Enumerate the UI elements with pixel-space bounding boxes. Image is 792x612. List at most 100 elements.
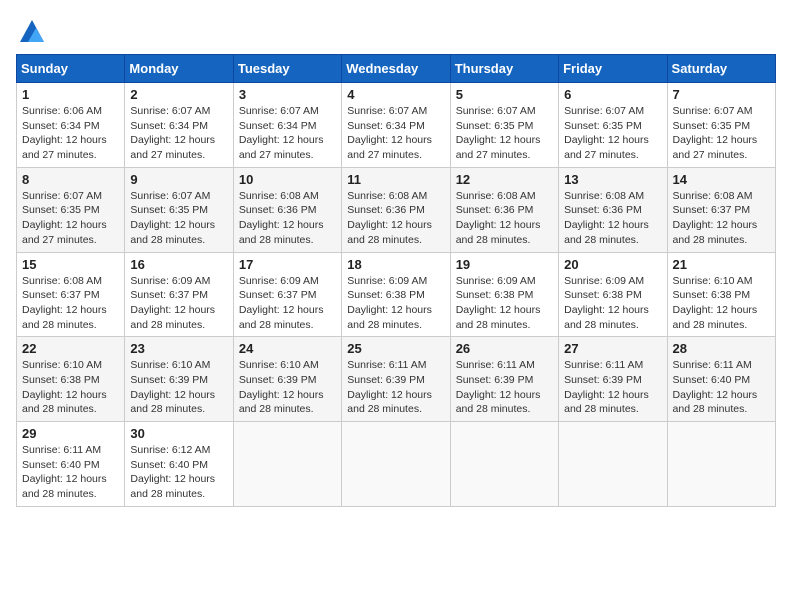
calendar-day-cell: 12 Sunrise: 6:08 AMSunset: 6:36 PMDaylig… <box>450 167 558 252</box>
day-info: Sunrise: 6:11 AMSunset: 6:40 PMDaylight:… <box>673 359 758 415</box>
day-number: 15 <box>22 257 119 272</box>
day-info: Sunrise: 6:12 AMSunset: 6:40 PMDaylight:… <box>130 444 215 500</box>
day-info: Sunrise: 6:10 AMSunset: 6:38 PMDaylight:… <box>22 359 107 415</box>
day-number: 19 <box>456 257 553 272</box>
calendar-day-cell: 25 Sunrise: 6:11 AMSunset: 6:39 PMDaylig… <box>342 337 450 422</box>
day-number: 21 <box>673 257 770 272</box>
day-info: Sunrise: 6:08 AMSunset: 6:36 PMDaylight:… <box>456 190 541 246</box>
day-number: 22 <box>22 341 119 356</box>
calendar-day-cell: 20 Sunrise: 6:09 AMSunset: 6:38 PMDaylig… <box>559 252 667 337</box>
day-info: Sunrise: 6:08 AMSunset: 6:36 PMDaylight:… <box>347 190 432 246</box>
calendar-weekday-header: Tuesday <box>233 55 341 83</box>
calendar-day-cell: 26 Sunrise: 6:11 AMSunset: 6:39 PMDaylig… <box>450 337 558 422</box>
calendar-day-cell <box>559 422 667 507</box>
day-number: 10 <box>239 172 336 187</box>
calendar-table: SundayMondayTuesdayWednesdayThursdayFrid… <box>16 54 776 507</box>
day-info: Sunrise: 6:09 AMSunset: 6:38 PMDaylight:… <box>564 275 649 331</box>
day-number: 27 <box>564 341 661 356</box>
calendar-weekday-header: Thursday <box>450 55 558 83</box>
day-number: 14 <box>673 172 770 187</box>
day-number: 8 <box>22 172 119 187</box>
calendar-day-cell: 10 Sunrise: 6:08 AMSunset: 6:36 PMDaylig… <box>233 167 341 252</box>
calendar-weekday-header: Monday <box>125 55 233 83</box>
day-info: Sunrise: 6:07 AMSunset: 6:35 PMDaylight:… <box>22 190 107 246</box>
calendar-day-cell: 16 Sunrise: 6:09 AMSunset: 6:37 PMDaylig… <box>125 252 233 337</box>
day-info: Sunrise: 6:07 AMSunset: 6:35 PMDaylight:… <box>673 105 758 161</box>
day-info: Sunrise: 6:11 AMSunset: 6:39 PMDaylight:… <box>564 359 649 415</box>
day-number: 12 <box>456 172 553 187</box>
day-info: Sunrise: 6:09 AMSunset: 6:38 PMDaylight:… <box>456 275 541 331</box>
logo-icon <box>18 16 46 44</box>
day-number: 28 <box>673 341 770 356</box>
day-number: 20 <box>564 257 661 272</box>
calendar-day-cell: 21 Sunrise: 6:10 AMSunset: 6:38 PMDaylig… <box>667 252 775 337</box>
calendar-week-row: 29 Sunrise: 6:11 AMSunset: 6:40 PMDaylig… <box>17 422 776 507</box>
day-number: 4 <box>347 87 444 102</box>
day-number: 5 <box>456 87 553 102</box>
calendar-day-cell: 4 Sunrise: 6:07 AMSunset: 6:34 PMDayligh… <box>342 83 450 168</box>
day-info: Sunrise: 6:09 AMSunset: 6:37 PMDaylight:… <box>130 275 215 331</box>
day-info: Sunrise: 6:08 AMSunset: 6:36 PMDaylight:… <box>239 190 324 246</box>
calendar-day-cell: 15 Sunrise: 6:08 AMSunset: 6:37 PMDaylig… <box>17 252 125 337</box>
day-info: Sunrise: 6:10 AMSunset: 6:39 PMDaylight:… <box>130 359 215 415</box>
calendar-day-cell: 13 Sunrise: 6:08 AMSunset: 6:36 PMDaylig… <box>559 167 667 252</box>
day-number: 3 <box>239 87 336 102</box>
page-header <box>16 16 776 44</box>
day-info: Sunrise: 6:07 AMSunset: 6:34 PMDaylight:… <box>239 105 324 161</box>
calendar-week-row: 15 Sunrise: 6:08 AMSunset: 6:37 PMDaylig… <box>17 252 776 337</box>
day-info: Sunrise: 6:07 AMSunset: 6:34 PMDaylight:… <box>130 105 215 161</box>
day-number: 6 <box>564 87 661 102</box>
calendar-header-row: SundayMondayTuesdayWednesdayThursdayFrid… <box>17 55 776 83</box>
day-info: Sunrise: 6:08 AMSunset: 6:36 PMDaylight:… <box>564 190 649 246</box>
calendar-body: 1 Sunrise: 6:06 AMSunset: 6:34 PMDayligh… <box>17 83 776 507</box>
calendar-day-cell: 8 Sunrise: 6:07 AMSunset: 6:35 PMDayligh… <box>17 167 125 252</box>
calendar-day-cell: 17 Sunrise: 6:09 AMSunset: 6:37 PMDaylig… <box>233 252 341 337</box>
day-info: Sunrise: 6:08 AMSunset: 6:37 PMDaylight:… <box>22 275 107 331</box>
calendar-day-cell: 24 Sunrise: 6:10 AMSunset: 6:39 PMDaylig… <box>233 337 341 422</box>
day-number: 17 <box>239 257 336 272</box>
day-info: Sunrise: 6:07 AMSunset: 6:34 PMDaylight:… <box>347 105 432 161</box>
day-info: Sunrise: 6:10 AMSunset: 6:38 PMDaylight:… <box>673 275 758 331</box>
calendar-day-cell <box>667 422 775 507</box>
calendar-day-cell: 2 Sunrise: 6:07 AMSunset: 6:34 PMDayligh… <box>125 83 233 168</box>
day-number: 11 <box>347 172 444 187</box>
day-info: Sunrise: 6:09 AMSunset: 6:37 PMDaylight:… <box>239 275 324 331</box>
day-info: Sunrise: 6:07 AMSunset: 6:35 PMDaylight:… <box>564 105 649 161</box>
calendar-day-cell: 27 Sunrise: 6:11 AMSunset: 6:39 PMDaylig… <box>559 337 667 422</box>
calendar-day-cell: 7 Sunrise: 6:07 AMSunset: 6:35 PMDayligh… <box>667 83 775 168</box>
calendar-day-cell <box>233 422 341 507</box>
calendar-day-cell: 28 Sunrise: 6:11 AMSunset: 6:40 PMDaylig… <box>667 337 775 422</box>
calendar-week-row: 22 Sunrise: 6:10 AMSunset: 6:38 PMDaylig… <box>17 337 776 422</box>
day-number: 29 <box>22 426 119 441</box>
calendar-weekday-header: Wednesday <box>342 55 450 83</box>
calendar-day-cell: 23 Sunrise: 6:10 AMSunset: 6:39 PMDaylig… <box>125 337 233 422</box>
day-info: Sunrise: 6:07 AMSunset: 6:35 PMDaylight:… <box>130 190 215 246</box>
day-number: 2 <box>130 87 227 102</box>
day-number: 25 <box>347 341 444 356</box>
calendar-day-cell: 3 Sunrise: 6:07 AMSunset: 6:34 PMDayligh… <box>233 83 341 168</box>
calendar-day-cell: 1 Sunrise: 6:06 AMSunset: 6:34 PMDayligh… <box>17 83 125 168</box>
day-info: Sunrise: 6:06 AMSunset: 6:34 PMDaylight:… <box>22 105 107 161</box>
calendar-day-cell: 22 Sunrise: 6:10 AMSunset: 6:38 PMDaylig… <box>17 337 125 422</box>
calendar-day-cell: 11 Sunrise: 6:08 AMSunset: 6:36 PMDaylig… <box>342 167 450 252</box>
day-number: 26 <box>456 341 553 356</box>
day-info: Sunrise: 6:11 AMSunset: 6:39 PMDaylight:… <box>456 359 541 415</box>
calendar-day-cell: 29 Sunrise: 6:11 AMSunset: 6:40 PMDaylig… <box>17 422 125 507</box>
calendar-day-cell <box>342 422 450 507</box>
calendar-day-cell: 5 Sunrise: 6:07 AMSunset: 6:35 PMDayligh… <box>450 83 558 168</box>
day-number: 7 <box>673 87 770 102</box>
day-info: Sunrise: 6:11 AMSunset: 6:40 PMDaylight:… <box>22 444 107 500</box>
calendar-day-cell: 6 Sunrise: 6:07 AMSunset: 6:35 PMDayligh… <box>559 83 667 168</box>
day-info: Sunrise: 6:11 AMSunset: 6:39 PMDaylight:… <box>347 359 432 415</box>
calendar-day-cell: 30 Sunrise: 6:12 AMSunset: 6:40 PMDaylig… <box>125 422 233 507</box>
day-info: Sunrise: 6:08 AMSunset: 6:37 PMDaylight:… <box>673 190 758 246</box>
day-number: 1 <box>22 87 119 102</box>
calendar-day-cell <box>450 422 558 507</box>
calendar-weekday-header: Friday <box>559 55 667 83</box>
day-info: Sunrise: 6:10 AMSunset: 6:39 PMDaylight:… <box>239 359 324 415</box>
day-number: 9 <box>130 172 227 187</box>
day-number: 13 <box>564 172 661 187</box>
calendar-day-cell: 9 Sunrise: 6:07 AMSunset: 6:35 PMDayligh… <box>125 167 233 252</box>
calendar-week-row: 8 Sunrise: 6:07 AMSunset: 6:35 PMDayligh… <box>17 167 776 252</box>
calendar-day-cell: 19 Sunrise: 6:09 AMSunset: 6:38 PMDaylig… <box>450 252 558 337</box>
